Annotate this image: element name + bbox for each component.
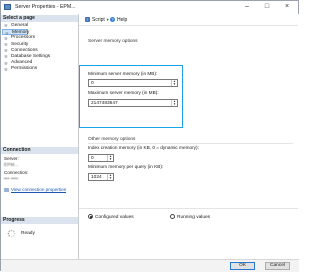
min-query-memory-stepper[interactable]: ▲ ▼ [107, 174, 113, 180]
page-item-label: Connections [11, 47, 38, 53]
wrench-icon: ⚒ [4, 54, 8, 60]
ok-button[interactable]: OK [230, 262, 255, 270]
max-memory-label: Maximum server memory (in MB): [88, 90, 159, 95]
index-memory-stepper[interactable]: ▲ ▼ [107, 155, 113, 161]
chevron-down-icon: ▼ [173, 82, 176, 86]
index-memory-input[interactable]: 0 ▲ ▼ [88, 154, 114, 162]
page-list: ⚒ General ⚒ Memory ⚒ Processors ⚒ Securi… [2, 23, 77, 73]
min-memory-stepper[interactable]: ▲ ▼ [171, 80, 177, 86]
script-icon: ≡ [85, 17, 90, 23]
chevron-down-icon: ▼ [109, 176, 112, 180]
left-pane: Select a page ⚒ General ⚒ Memory ⚒ Proce… [1, 14, 79, 259]
page-item-label: Security [11, 41, 29, 47]
wrench-icon: ⚒ [4, 35, 8, 41]
wrench-icon: ⚒ [4, 60, 8, 66]
running-values-radio[interactable]: Running values [170, 214, 210, 220]
progress-spinner-icon [7, 229, 16, 238]
min-query-memory-label: Minimum memory per query (in KB): [88, 164, 164, 169]
maximize-button[interactable]: □ [257, 2, 277, 12]
dialog-button-bar: OK Cancel [1, 259, 299, 272]
close-button[interactable]: × [277, 2, 297, 12]
other-memory-section-label: Other memory options [88, 137, 136, 142]
script-button[interactable]: ≡ Script▼ [85, 16, 110, 25]
connection-info: Server: EPM... Connection: ••• •••• [4, 156, 76, 181]
chevron-down-icon: ▼ [105, 18, 110, 22]
wrench-icon: ⚒ [4, 48, 8, 54]
wrench-icon: ⚒ [4, 66, 8, 72]
wrench-icon: ⚒ [4, 23, 8, 29]
value-mode-radio-group: Configured values Running values [79, 208, 298, 223]
server-memory-section-label: Server memory options [88, 39, 138, 44]
min-memory-input[interactable]: 0 ▲ ▼ [88, 79, 178, 87]
max-memory-input[interactable]: 2147483647 ▲ ▼ [88, 99, 178, 107]
cancel-button[interactable]: Cancel [265, 262, 290, 270]
page-item-label: General [11, 23, 29, 28]
min-memory-label: Minimum server memory (in MB): [88, 71, 158, 76]
help-icon: ? [110, 17, 115, 23]
index-memory-label: Index creation memory (in KB, 0 = dynami… [88, 145, 199, 150]
progress-header: Progress [1, 217, 78, 224]
memory-page: ≡ Script▼ ? Help Server memory options Min… [79, 14, 299, 259]
server-properties-icon [4, 4, 11, 10]
page-item-label: Advanced [11, 60, 33, 66]
window-title: Server Properties - EPM... [15, 4, 76, 10]
progress-status: Ready [21, 231, 35, 236]
page-item-label: Database Settings [11, 53, 51, 59]
chevron-down-icon: ▼ [173, 102, 176, 106]
help-button[interactable]: ? Help [110, 16, 127, 25]
wrench-icon: ⚒ [4, 41, 8, 47]
page-item-label: Processors [11, 35, 35, 41]
chevron-down-icon: ▼ [109, 157, 112, 161]
connection-header: Connection [1, 147, 78, 154]
index-memory-value: 0 [91, 155, 94, 161]
connection-value: ••• •••• [4, 175, 19, 181]
configured-values-radio[interactable]: Configured values [88, 214, 134, 220]
select-page-header: Select a page [1, 15, 78, 22]
view-connection-properties-link[interactable]: View connection properties [4, 187, 66, 192]
divider [88, 143, 293, 144]
server-value: EPM... [4, 161, 19, 167]
view-connection-properties-label: View connection properties [11, 187, 67, 192]
server-properties-window: Server Properties - EPM... – □ × Select … [0, 0, 299, 272]
toolbar: ≡ Script▼ ? Help [79, 16, 298, 26]
connection-properties-icon [4, 187, 9, 192]
minimize-button[interactable]: – [237, 2, 257, 12]
min-query-memory-input[interactable]: 1024 ▲ ▼ [88, 173, 114, 181]
radio-unselected-icon [170, 214, 175, 219]
running-values-label: Running values [177, 214, 211, 220]
min-query-memory-value: 1024 [91, 174, 102, 180]
max-memory-stepper[interactable]: ▲ ▼ [171, 100, 177, 106]
min-memory-value: 0 [91, 80, 94, 86]
help-label: Help [117, 17, 128, 23]
configured-values-label: Configured values [95, 214, 134, 220]
max-memory-value: 2147483647 [91, 100, 118, 106]
radio-selected-icon [88, 214, 93, 219]
page-item-permissions[interactable]: ⚒ Permissions [2, 66, 77, 72]
page-item-label: Permissions [11, 66, 38, 72]
script-label: Script [92, 17, 105, 23]
title-bar: Server Properties - EPM... – □ × [1, 1, 298, 15]
